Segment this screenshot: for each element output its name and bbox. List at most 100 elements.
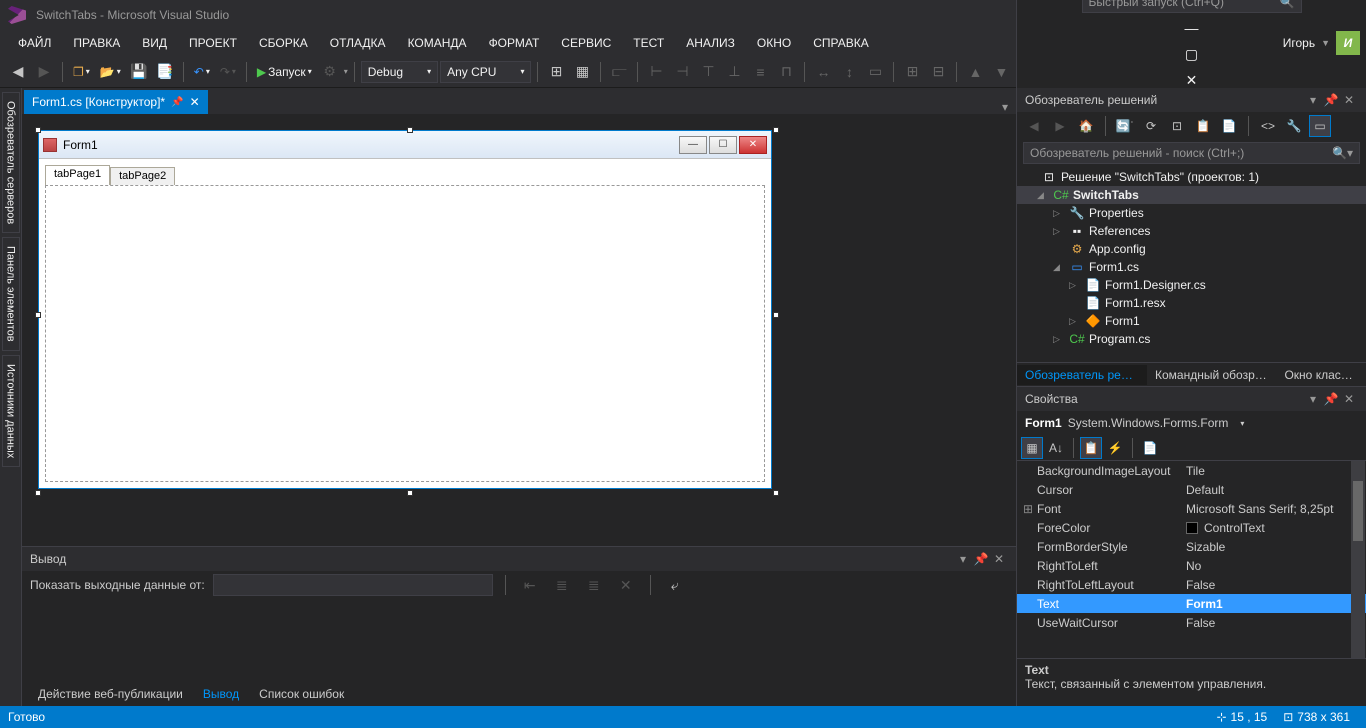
sln-code-icon[interactable]: <> xyxy=(1257,115,1279,137)
property-row[interactable]: UseWaitCursorFalse xyxy=(1017,613,1366,632)
layout-btn-1[interactable]: ⊞ xyxy=(544,60,568,84)
menu-window[interactable]: ОКНО xyxy=(747,32,801,54)
nav-fwd-button[interactable]: ▶ xyxy=(32,60,56,84)
resize-handle[interactable] xyxy=(35,312,41,318)
menu-analyze[interactable]: АНАЛИЗ xyxy=(676,32,745,54)
tree-references[interactable]: ▷▪▪ References xyxy=(1017,222,1366,240)
align-btn-1[interactable]: ⫍ xyxy=(607,60,631,84)
tree-resx[interactable]: 📄 Form1.resx xyxy=(1017,294,1366,312)
align-bottom[interactable]: ⊓ xyxy=(774,60,798,84)
user-menu[interactable]: Игорь ▼ И xyxy=(1277,31,1366,55)
bring-front[interactable]: ▲ xyxy=(963,60,987,84)
resize-handle[interactable] xyxy=(407,490,413,496)
menu-team[interactable]: КОМАНДА xyxy=(398,32,477,54)
maximize-button[interactable]: ▢ xyxy=(1177,43,1207,65)
property-row[interactable]: RightToLeftNo xyxy=(1017,556,1366,575)
config-combo[interactable]: Debug▾ xyxy=(361,61,438,83)
right-tab-solution[interactable]: Обозреватель реше... xyxy=(1017,365,1147,385)
sln-back-icon[interactable]: ◀ xyxy=(1023,115,1045,137)
resize-handle[interactable] xyxy=(407,127,413,133)
sln-refresh-icon[interactable]: ⟳ xyxy=(1140,115,1162,137)
resize-handle[interactable] xyxy=(773,312,779,318)
send-back[interactable]: ▼ xyxy=(989,60,1013,84)
tree-designer-cs[interactable]: ▷📄 Form1.Designer.cs xyxy=(1017,276,1366,294)
property-row[interactable]: TextForm1 xyxy=(1017,594,1366,613)
bottom-tab-output[interactable]: Вывод xyxy=(195,684,247,704)
tabs-dropdown-icon[interactable]: ▾ xyxy=(994,100,1016,114)
sln-home-icon[interactable]: 🏠 xyxy=(1075,115,1097,137)
sln-collapse-icon[interactable]: ⊡ xyxy=(1166,115,1188,137)
right-tab-classview[interactable]: Окно классов xyxy=(1276,365,1366,385)
tabcontrol[interactable]: tabPage1 tabPage2 xyxy=(45,165,765,482)
tree-solution[interactable]: ⊡ Решение "SwitchTabs" (проектов: 1) xyxy=(1017,168,1366,186)
sln-sync-icon[interactable]: 🔄˙ xyxy=(1114,115,1136,137)
server-explorer-tab[interactable]: Обозреватель серверов xyxy=(2,92,20,233)
property-row[interactable]: CursorDefault xyxy=(1017,480,1366,499)
layout-btn-2[interactable]: ▦ xyxy=(570,60,594,84)
menu-format[interactable]: ФОРМАТ xyxy=(479,32,550,54)
output-wrap-icon[interactable]: ⤶ xyxy=(663,573,687,597)
property-row[interactable]: RightToLeftLayoutFalse xyxy=(1017,575,1366,594)
menu-build[interactable]: СБОРКА xyxy=(249,32,318,54)
tree-form1-class[interactable]: ▷🔶 Form1 xyxy=(1017,312,1366,330)
prop-categorized-icon[interactable]: ▦ xyxy=(1021,437,1043,459)
properties-grid[interactable]: BackgroundImageLayoutTileCursorDefault⊞F… xyxy=(1017,461,1366,658)
tree-appconfig[interactable]: ⚙ App.config xyxy=(1017,240,1366,258)
tabpage2-header[interactable]: tabPage2 xyxy=(110,167,175,185)
property-row[interactable]: FormBorderStyleSizable xyxy=(1017,537,1366,556)
start-debug-button[interactable]: ▶ Запуск ▾ xyxy=(253,65,316,79)
quick-launch-input[interactable]: Быстрый запуск (Ctrl+Q) 🔍 xyxy=(1082,0,1302,13)
solution-tree[interactable]: ⊡ Решение "SwitchTabs" (проектов: 1) ◢C#… xyxy=(1017,166,1366,362)
align-center[interactable]: ⊣ xyxy=(670,60,694,84)
save-all-button[interactable]: 📑 xyxy=(153,60,177,84)
property-row[interactable]: ⊞FontMicrosoft Sans Serif; 8,25pt xyxy=(1017,499,1366,518)
properties-object-selector[interactable]: Form1 System.Windows.Forms.Form ▾ xyxy=(1017,411,1366,435)
winform-preview[interactable]: Form1 — ☐ ✕ tabPage1 tabPage2 xyxy=(38,130,772,489)
sln-fwd-icon[interactable]: ▶ xyxy=(1049,115,1071,137)
prop-alpha-icon[interactable]: A↓ xyxy=(1045,437,1067,459)
panel-pin-icon[interactable]: 📌 xyxy=(972,552,990,566)
toolbox-tab[interactable]: Панель элементов xyxy=(2,237,20,351)
menu-debug[interactable]: ОТЛАДКА xyxy=(320,32,396,54)
output-text[interactable] xyxy=(22,599,1016,682)
document-tab-form1[interactable]: Form1.cs [Конструктор]* 📌 ✕ xyxy=(24,90,208,114)
platform-combo[interactable]: Any CPU▾ xyxy=(440,61,531,83)
panel-close-icon[interactable]: ✕ xyxy=(1340,93,1358,107)
nav-back-button[interactable]: ◀ xyxy=(6,60,30,84)
right-tab-team[interactable]: Командный обозре... xyxy=(1147,365,1276,385)
menu-edit[interactable]: ПРАВКА xyxy=(63,32,130,54)
undo-button[interactable]: ↶▾ xyxy=(190,65,214,79)
menu-tools[interactable]: СЕРВИС xyxy=(551,32,621,54)
scrollbar[interactable] xyxy=(1351,461,1365,658)
close-tab-icon[interactable]: ✕ xyxy=(190,95,200,109)
menu-file[interactable]: ФАЙЛ xyxy=(8,32,61,54)
align-top[interactable]: ⊥ xyxy=(722,60,746,84)
scrollbar-thumb[interactable] xyxy=(1353,481,1363,541)
menu-view[interactable]: ВИД xyxy=(132,32,177,54)
tree-properties[interactable]: ▷🔧 Properties xyxy=(1017,204,1366,222)
tabpage1-header[interactable]: tabPage1 xyxy=(45,165,110,185)
prop-pages-icon[interactable]: 📄 xyxy=(1139,437,1161,459)
resize-handle[interactable] xyxy=(773,127,779,133)
center-h[interactable]: ⊞ xyxy=(900,60,924,84)
menu-test[interactable]: ТЕСТ xyxy=(623,32,674,54)
size-eq[interactable]: ▭ xyxy=(863,60,887,84)
align-right[interactable]: ⊤ xyxy=(696,60,720,84)
tree-program-cs[interactable]: ▷C# Program.cs xyxy=(1017,330,1366,348)
prop-events-icon[interactable]: ⚡ xyxy=(1104,437,1126,459)
panel-close-icon[interactable]: ✕ xyxy=(1340,392,1358,406)
solution-search-input[interactable]: Обозреватель решений - поиск (Ctrl+;) 🔍▾ xyxy=(1023,142,1360,164)
tabpage-content[interactable] xyxy=(45,185,765,482)
space-h[interactable]: ↔ xyxy=(811,60,835,84)
menu-help[interactable]: СПРАВКА xyxy=(803,32,879,54)
minimize-button[interactable]: — xyxy=(1177,17,1207,39)
sln-preview-icon[interactable]: ▭ xyxy=(1309,115,1331,137)
panel-dropdown-icon[interactable]: ▾ xyxy=(1304,93,1322,107)
panel-close-icon[interactable]: ✕ xyxy=(990,552,1008,566)
open-button[interactable]: 📂▾ xyxy=(96,65,125,79)
panel-dropdown-icon[interactable]: ▾ xyxy=(1304,392,1322,406)
bottom-tab-errors[interactable]: Список ошибок xyxy=(251,684,352,704)
menu-project[interactable]: ПРОЕКТ xyxy=(179,32,247,54)
space-v[interactable]: ↕ xyxy=(837,60,861,84)
resize-handle[interactable] xyxy=(35,490,41,496)
